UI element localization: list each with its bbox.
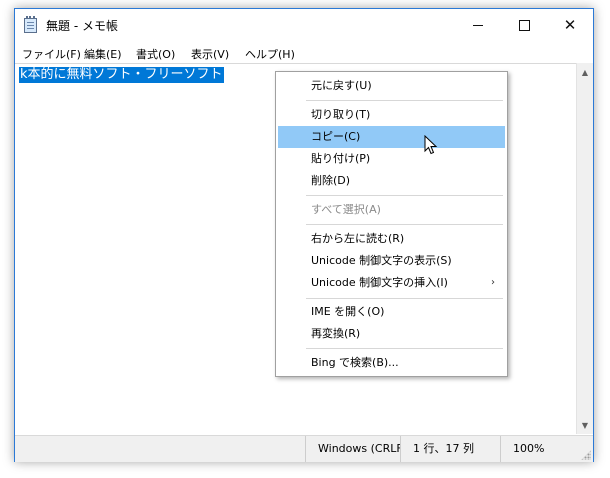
menu-item-label: コピー(C) [311,130,361,143]
minimize-button[interactable] [455,9,501,41]
menu-item-label: IME を開く(O) [311,305,385,318]
menu-item-label: Unicode 制御文字の表示(S) [311,254,452,267]
menu-item-label: 右から左に読む(R) [311,232,405,245]
menu-item-cut[interactable]: 切り取り(T) [278,104,505,126]
close-icon: ✕ [563,15,577,34]
selected-text[interactable]: k本的に無料ソフト・フリーソフト [19,67,224,83]
resize-grip-icon[interactable] [581,450,591,460]
close-button[interactable]: ✕ [547,9,593,41]
mouse-pointer-icon [424,135,438,155]
menu-separator [306,298,503,299]
menu-item-copy[interactable]: コピー(C) [278,126,505,148]
menu-item-insert-unicode[interactable]: Unicode 制御文字の挿入(I) › [278,272,505,294]
scroll-down-icon[interactable]: ▼ [577,417,593,433]
menu-item-label: Bing で検索(B)... [311,356,399,369]
status-encoding: Windows (CRLF) [305,436,400,462]
vertical-scrollbar[interactable]: ▲ ▼ [576,63,593,434]
menu-format[interactable]: 書式(O) [136,46,175,62]
menu-item-show-unicode[interactable]: Unicode 制御文字の表示(S) [278,250,505,272]
window-title: 無題 - メモ帳 [46,19,118,33]
status-cursor-position: 1 行、17 列 [400,436,500,462]
menu-item-paste[interactable]: 貼り付け(P) [278,148,505,170]
menu-item-bing-search[interactable]: Bing で検索(B)... [278,352,505,374]
status-bar: Windows (CRLF) 1 行、17 列 100% [15,435,593,462]
context-menu: 元に戻す(U) 切り取り(T) コピー(C) 貼り付け(P) 削除(D) すべて… [275,71,508,377]
minimize-icon [473,24,483,26]
menu-view[interactable]: 表示(V) [191,46,229,62]
menu-edit[interactable]: 編集(E) [84,46,122,62]
menu-item-label: 削除(D) [311,174,351,187]
title-bar[interactable]: 無題 - メモ帳 ✕ [15,9,593,41]
menu-item-label: 貼り付け(P) [311,152,371,165]
scroll-up-icon[interactable]: ▲ [577,64,593,80]
menu-item-label: 元に戻す(U) [311,79,372,92]
menu-item-label: Unicode 制御文字の挿入(I) [311,276,448,289]
maximize-button[interactable] [501,9,547,41]
status-zoom: 100% [500,436,577,462]
menu-item-select-all[interactable]: すべて選択(A) [278,199,505,221]
menu-separator [306,195,503,196]
maximize-icon [518,19,530,31]
chevron-right-icon: › [491,277,495,288]
menu-help[interactable]: ヘルプ(H) [245,46,295,62]
notepad-icon [24,16,37,33]
menu-item-open-ime[interactable]: IME を開く(O) [278,301,505,323]
menu-item-right-to-left[interactable]: 右から左に読む(R) [278,228,505,250]
menu-bar: ファイル(F) 編集(E) 書式(O) 表示(V) ヘルプ(H) [15,43,593,63]
menu-file[interactable]: ファイル(F) [22,46,81,62]
menu-item-delete[interactable]: 削除(D) [278,170,505,192]
menu-item-label: すべて選択(A) [311,203,381,216]
menu-item-undo[interactable]: 元に戻す(U) [278,75,505,97]
menu-item-label: 再変換(R) [311,327,361,340]
menu-separator [306,100,503,101]
menu-item-label: 切り取り(T) [311,108,371,121]
menu-separator [306,348,503,349]
menu-item-reconvert[interactable]: 再変換(R) [278,323,505,345]
menu-separator [306,224,503,225]
